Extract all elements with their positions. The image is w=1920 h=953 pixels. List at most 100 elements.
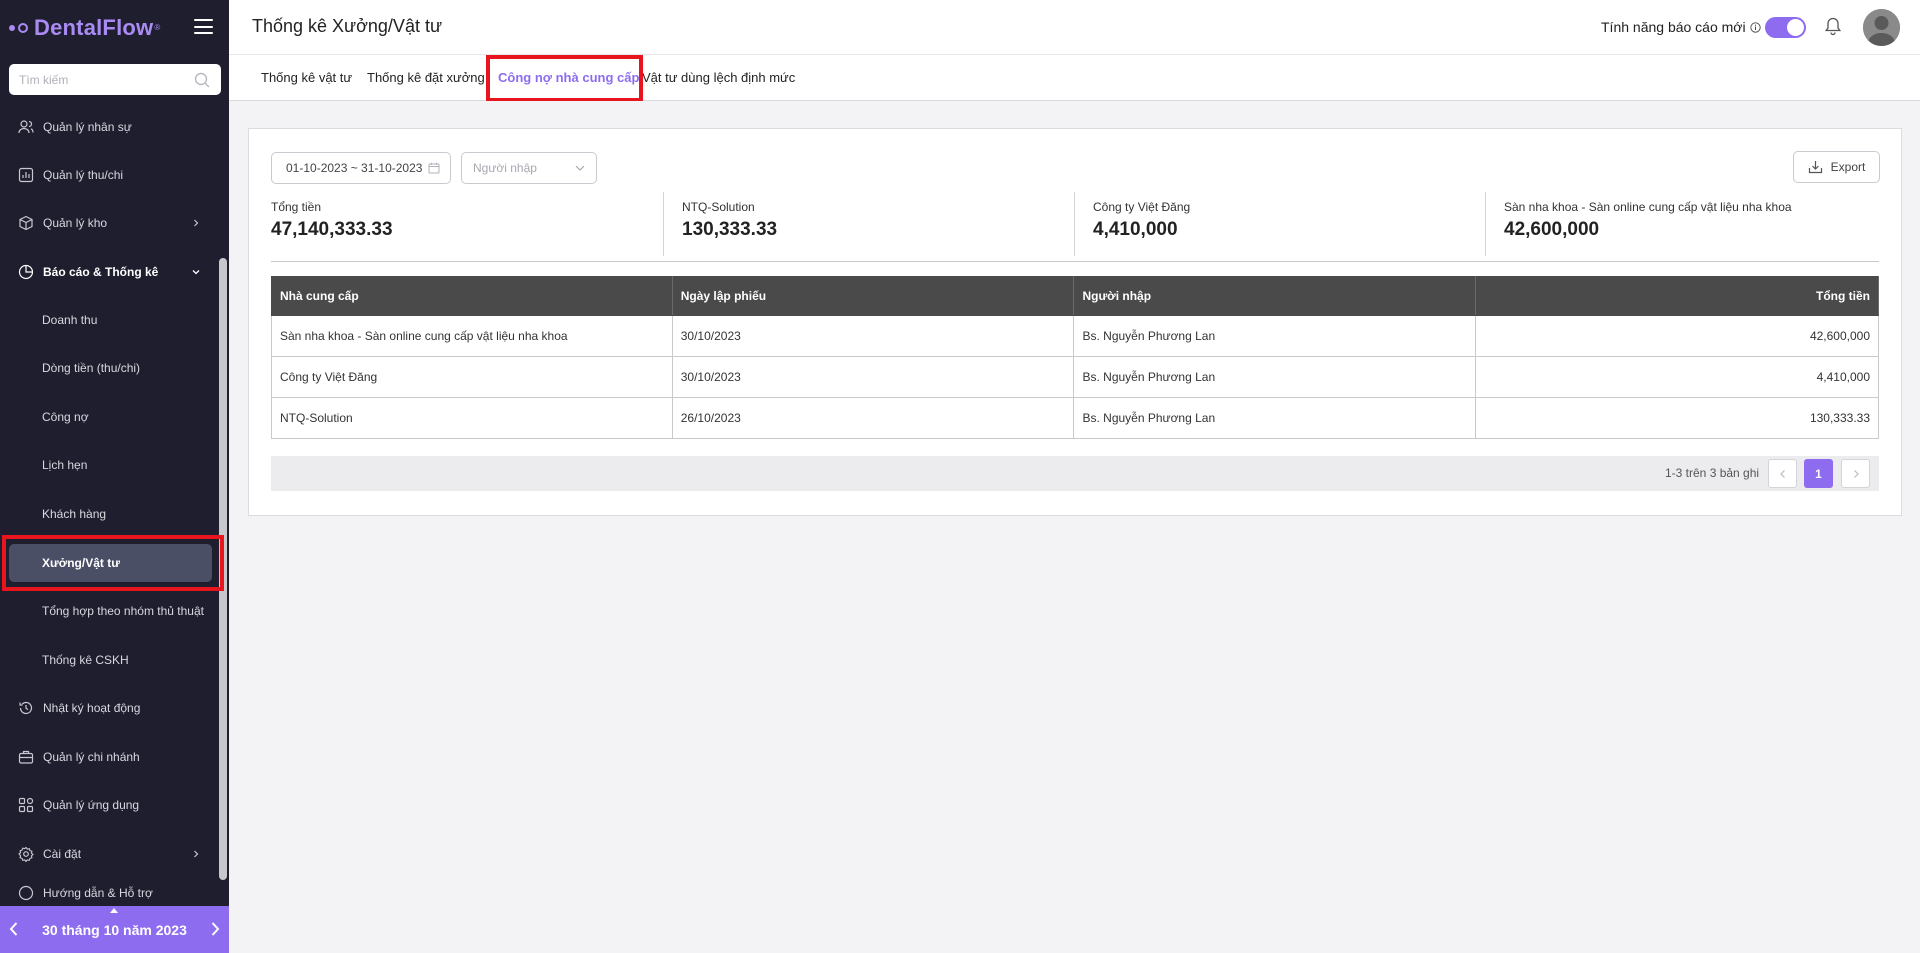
page-title: Thống kê Xưởng/Vật tư — [252, 16, 443, 36]
search-input[interactable] — [19, 72, 193, 87]
new-report-toggle[interactable] — [1765, 17, 1806, 38]
history-icon — [18, 700, 34, 716]
prev-page-button[interactable] — [1768, 459, 1797, 488]
stat-value: 42,600,000 — [1504, 219, 1600, 240]
sidebar-subitem-procedure-groups[interactable]: Tổng hợp theo nhóm thủ thuật — [0, 591, 219, 631]
export-label: Export — [1830, 160, 1866, 174]
table-row[interactable]: Công ty Việt Đăng 30/10/2023 Bs. Nguyễn … — [271, 356, 1879, 398]
avatar-silhouette-icon — [1863, 9, 1900, 46]
stat-value: 4,410,000 — [1093, 219, 1178, 240]
table-header-row: Nhà cung cấp Ngày lập phiếu Người nhập T… — [271, 276, 1879, 316]
user-avatar[interactable] — [1863, 9, 1900, 46]
next-date-icon[interactable] — [207, 920, 223, 938]
search-icon[interactable] — [193, 71, 211, 89]
stat-ntq: NTQ-Solution 130,333.33 — [682, 200, 777, 241]
logo-mark-icon — [9, 22, 28, 33]
sidebar-item-label: Quản lý ứng dụng — [43, 798, 140, 812]
prev-date-icon[interactable] — [6, 920, 22, 938]
sidebar-item-label: Quản lý thu/chi — [43, 168, 124, 182]
chevron-right-icon — [194, 219, 199, 227]
sidebar-item-settings[interactable]: Cài đặt — [0, 834, 219, 874]
chevron-left-icon — [1779, 469, 1785, 478]
column-header-supplier[interactable]: Nhà cung cấp — [271, 276, 673, 316]
cell-date: 30/10/2023 — [671, 315, 1075, 357]
sidebar-item-activity-log[interactable]: Nhật ký hoạt động — [0, 688, 219, 728]
hamburger-menu-icon[interactable] — [194, 19, 213, 34]
date-range-picker[interactable]: 01-10-2023 ~ 31-10-2023 — [271, 152, 451, 184]
top-header: Thống kê Xưởng/Vật tư Tính năng báo cáo … — [229, 0, 1920, 55]
chart-icon — [18, 167, 34, 183]
cell-importer: Bs. Nguyễn Phương Lan — [1073, 356, 1477, 398]
next-page-button[interactable] — [1841, 459, 1870, 488]
box-icon — [18, 215, 34, 231]
bell-icon[interactable] — [1823, 16, 1843, 37]
highlight-box-tab — [486, 55, 643, 102]
sidebar-subitem-debt[interactable]: Công nợ — [0, 397, 219, 437]
supplier-debt-table: Nhà cung cấp Ngày lập phiếu Người nhập T… — [271, 276, 1879, 439]
chevron-down-icon — [575, 165, 585, 171]
sidebar-subitem-cashflow[interactable]: Dòng tiền (thu/chi) — [0, 348, 219, 388]
current-date-label[interactable]: 30 tháng 10 năm 2023 — [42, 922, 187, 938]
sidebar-item-help[interactable]: Hướng dẫn & Hỗ trợ — [0, 883, 219, 903]
sidebar-item-label: Quản lý nhân sự — [43, 120, 132, 134]
cell-importer: Bs. Nguyễn Phương Lan — [1073, 397, 1477, 439]
table-row[interactable]: NTQ-Solution 26/10/2023 Bs. Nguyễn Phươn… — [271, 397, 1879, 439]
new-report-feature-label: Tính năng báo cáo mới — [1601, 19, 1761, 35]
sidebar-item-branches[interactable]: Quản lý chi nhánh — [0, 737, 219, 777]
feature-label-text: Tính năng báo cáo mới — [1601, 19, 1746, 35]
stat-divider — [1485, 192, 1486, 256]
date-footer: 30 tháng 10 năm 2023 — [0, 906, 229, 953]
highlight-box-sidebar — [2, 535, 224, 591]
column-header-importer[interactable]: Người nhập — [1073, 276, 1477, 316]
table-row[interactable]: Sàn nha khoa - Sàn online cung cấp vật l… — [271, 315, 1879, 357]
stats-divider-line — [271, 261, 1879, 262]
tab-bar: Thống kê vật tư Thống kê đặt xưởng Công … — [229, 56, 1920, 101]
cell-supplier: NTQ-Solution — [271, 397, 673, 439]
stat-label: Tổng tiền — [271, 200, 322, 214]
sidebar-item-staff[interactable]: Quản lý nhân sự — [0, 107, 219, 147]
calendar-icon — [428, 162, 440, 174]
cell-importer: Bs. Nguyễn Phương Lan — [1073, 315, 1477, 357]
stat-label: Công ty Việt Đăng — [1093, 200, 1191, 214]
export-button[interactable]: Export — [1793, 151, 1880, 183]
pie-chart-icon — [18, 264, 34, 280]
logo[interactable]: DentalFlow ® — [9, 15, 160, 41]
cell-total: 130,333.33 — [1475, 397, 1879, 439]
apps-icon — [18, 797, 34, 813]
sidebar-item-finance[interactable]: Quản lý thu/chi — [0, 155, 219, 195]
chevron-right-icon — [1853, 469, 1859, 478]
sidebar-item-label: Cài đặt — [43, 847, 82, 861]
stat-viet-dang: Công ty Việt Đăng 4,410,000 — [1093, 200, 1190, 241]
cell-total: 42,600,000 — [1475, 315, 1879, 357]
sidebar-item-label: Quản lý chi nhánh — [43, 750, 140, 764]
sidebar-item-label: Nhật ký hoạt động — [43, 701, 141, 715]
sidebar-subitem-revenue[interactable]: Doanh thu — [0, 300, 219, 340]
sidebar-item-inventory[interactable]: Quản lý kho — [0, 203, 219, 243]
sidebar-item-reports[interactable]: Báo cáo & Thống kê — [0, 252, 219, 292]
expand-up-icon[interactable] — [110, 908, 118, 913]
tab-material-deviation[interactable]: Vật tư dùng lệch định mức — [642, 70, 795, 85]
cell-total: 4,410,000 — [1475, 356, 1879, 398]
importer-placeholder: Người nhập — [473, 161, 537, 175]
page-1-button[interactable]: 1 — [1804, 459, 1833, 488]
sidebar-subitem-customers[interactable]: Khách hàng — [0, 494, 219, 534]
info-icon[interactable] — [1749, 21, 1761, 33]
building-icon — [18, 749, 34, 765]
stat-san-nha-khoa: Sàn nha khoa - Sàn online cung cấp vật l… — [1504, 200, 1792, 241]
sidebar-subitem-customer-care[interactable]: Thống kê CSKH — [0, 640, 219, 680]
sidebar-item-label: Hướng dẫn & Hỗ trợ — [43, 886, 153, 900]
tab-material-stats[interactable]: Thống kê vật tư — [261, 70, 352, 85]
sidebar-item-apps[interactable]: Quản lý ứng dụng — [0, 785, 219, 825]
chevron-down-icon — [192, 270, 200, 275]
tab-lab-order-stats[interactable]: Thống kê đặt xưởng — [367, 70, 485, 85]
sidebar-search — [9, 64, 221, 95]
cell-date: 30/10/2023 — [671, 356, 1075, 398]
column-header-total[interactable]: Tổng tiền — [1475, 276, 1879, 316]
sidebar-item-label: Báo cáo & Thống kê — [43, 265, 159, 279]
date-range-value: 01-10-2023 ~ 31-10-2023 — [286, 161, 423, 175]
toggle-knob — [1787, 19, 1804, 36]
column-header-date[interactable]: Ngày lập phiếu — [671, 276, 1075, 316]
importer-select[interactable]: Người nhập — [461, 152, 597, 184]
sidebar-subitem-appointments[interactable]: Lịch hẹn — [0, 445, 219, 485]
sidebar: DentalFlow® Quản lý nhân sự Quản lý thu/… — [0, 0, 229, 953]
